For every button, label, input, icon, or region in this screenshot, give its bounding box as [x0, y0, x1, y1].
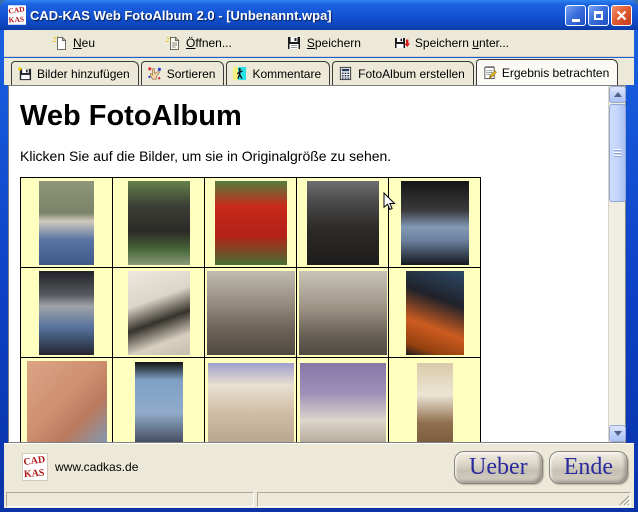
photo-thumbnail[interactable]: [215, 181, 287, 265]
photo-cell[interactable]: [113, 358, 205, 443]
footer-panel: CAD KAS www.cadkas.de Ueber Ende: [4, 443, 634, 490]
save-icon: [286, 35, 302, 51]
save-as-button[interactable]: Speichern unter...: [390, 33, 513, 53]
photo-cell[interactable]: [21, 358, 113, 443]
save-button[interactable]: Speichern: [282, 33, 365, 53]
tab-sortieren[interactable]: Sortieren: [141, 61, 225, 85]
view-result-icon: [482, 65, 497, 80]
status-panel-right: [257, 492, 631, 507]
tab-label: Sortieren: [167, 67, 216, 81]
photo-cell[interactable]: [205, 178, 297, 268]
tab-bar: Bilder hinzufügen Sortieren Kommentar: [4, 58, 634, 85]
tab-label: Bilder hinzufügen: [37, 67, 130, 81]
photo-thumbnail[interactable]: [39, 271, 94, 355]
status-bar: [4, 490, 634, 508]
exit-button[interactable]: Ende: [549, 451, 628, 484]
minimize-button[interactable]: [565, 5, 586, 26]
scrollbar-thumb[interactable]: [609, 104, 626, 202]
svg-text:KAS: KAS: [8, 14, 24, 24]
window-title: CAD-KAS Web FotoAlbum 2.0 - [Unbenannt.w…: [30, 8, 565, 23]
photo-cell[interactable]: [389, 178, 481, 268]
page-title: Web FotoAlbum: [20, 100, 608, 133]
chevron-down-icon: [614, 431, 622, 436]
tab-fotoalbum-erstellen[interactable]: FotoAlbum erstellen: [332, 61, 474, 85]
instruction-text: Klicken Sie auf die Bilder, um sie in Or…: [20, 148, 608, 164]
new-document-icon: [52, 35, 68, 51]
app-window: CAD KAS CAD-KAS Web FotoAlbum 2.0 - [Unb…: [0, 0, 638, 512]
about-button[interactable]: Ueber: [454, 451, 543, 484]
photo-cell[interactable]: [205, 358, 297, 443]
photo-cell[interactable]: [389, 358, 481, 443]
photo-thumbnail[interactable]: [208, 363, 294, 443]
sort-icon: [147, 66, 162, 81]
minimize-icon: [572, 19, 580, 22]
vertical-scrollbar[interactable]: [608, 86, 625, 442]
tab-ergebnis-betrachten[interactable]: Ergebnis betrachten: [476, 59, 618, 85]
add-images-icon: [17, 66, 32, 81]
svg-text:KAS: KAS: [24, 468, 46, 480]
tab-label: Ergebnis betrachten: [502, 66, 609, 80]
chevron-up-icon: [614, 92, 622, 97]
scroll-up-button[interactable]: [609, 86, 626, 103]
photo-thumbnail[interactable]: [39, 181, 94, 265]
photo-row: [21, 178, 481, 268]
resize-grip[interactable]: [617, 493, 630, 506]
photo-row: [21, 268, 481, 358]
photo-thumbnail[interactable]: [128, 181, 190, 265]
photo-cell[interactable]: [21, 268, 113, 358]
tab-bilder-hinzufuegen[interactable]: Bilder hinzufügen: [11, 61, 139, 85]
tab-kommentare[interactable]: Kommentare: [226, 61, 330, 85]
tab-label: FotoAlbum erstellen: [358, 67, 465, 81]
save-as-icon: [394, 35, 410, 51]
photo-cell[interactable]: [389, 268, 481, 358]
open-button[interactable]: Öffnen...: [161, 33, 236, 53]
photo-thumbnail[interactable]: [401, 181, 469, 265]
photo-thumbnail[interactable]: [417, 363, 453, 443]
close-button[interactable]: [611, 5, 632, 26]
preview-pane: Web FotoAlbum Klicken Sie auf die Bilder…: [8, 85, 626, 443]
close-icon: [616, 10, 627, 21]
photo-cell[interactable]: [297, 268, 389, 358]
create-album-icon: [338, 66, 353, 81]
cadkas-logo: CAD KAS: [22, 453, 48, 481]
photo-row: [21, 358, 481, 443]
photo-thumbnail[interactable]: [299, 271, 387, 355]
maximize-button[interactable]: [588, 5, 609, 26]
main-toolbar: Neu Öffnen... Speichern: [4, 30, 634, 57]
photo-thumbnail[interactable]: [406, 271, 464, 355]
thumb-grip: [614, 156, 621, 157]
photo-thumbnail[interactable]: [207, 271, 295, 355]
photo-thumbnail[interactable]: [135, 362, 183, 443]
maximize-icon: [594, 11, 603, 20]
photo-cell[interactable]: [113, 178, 205, 268]
scroll-down-button[interactable]: [609, 425, 626, 442]
open-icon: [165, 35, 181, 51]
titlebar[interactable]: CAD KAS CAD-KAS Web FotoAlbum 2.0 - [Unb…: [0, 0, 638, 30]
photo-thumbnail[interactable]: [27, 361, 107, 443]
app-logo-icon: CAD KAS: [8, 5, 26, 25]
photo-cell[interactable]: [21, 178, 113, 268]
photo-thumbnail[interactable]: [128, 271, 190, 355]
photo-thumbnail[interactable]: [300, 363, 386, 443]
website-link[interactable]: www.cadkas.de: [55, 460, 454, 474]
photo-grid: [20, 177, 481, 442]
photo-cell[interactable]: [297, 178, 389, 268]
tab-label: Kommentare: [252, 67, 321, 81]
new-button[interactable]: Neu: [48, 33, 99, 53]
status-panel-left: [6, 492, 254, 507]
photo-cell[interactable]: [297, 358, 389, 443]
album-preview: Web FotoAlbum Klicken Sie auf die Bilder…: [9, 86, 608, 442]
photo-thumbnail[interactable]: [307, 181, 379, 265]
comments-icon: [232, 66, 247, 81]
thumb-grip: [614, 153, 621, 154]
thumb-grip: [614, 150, 621, 151]
photo-cell[interactable]: [113, 268, 205, 358]
photo-cell[interactable]: [205, 268, 297, 358]
